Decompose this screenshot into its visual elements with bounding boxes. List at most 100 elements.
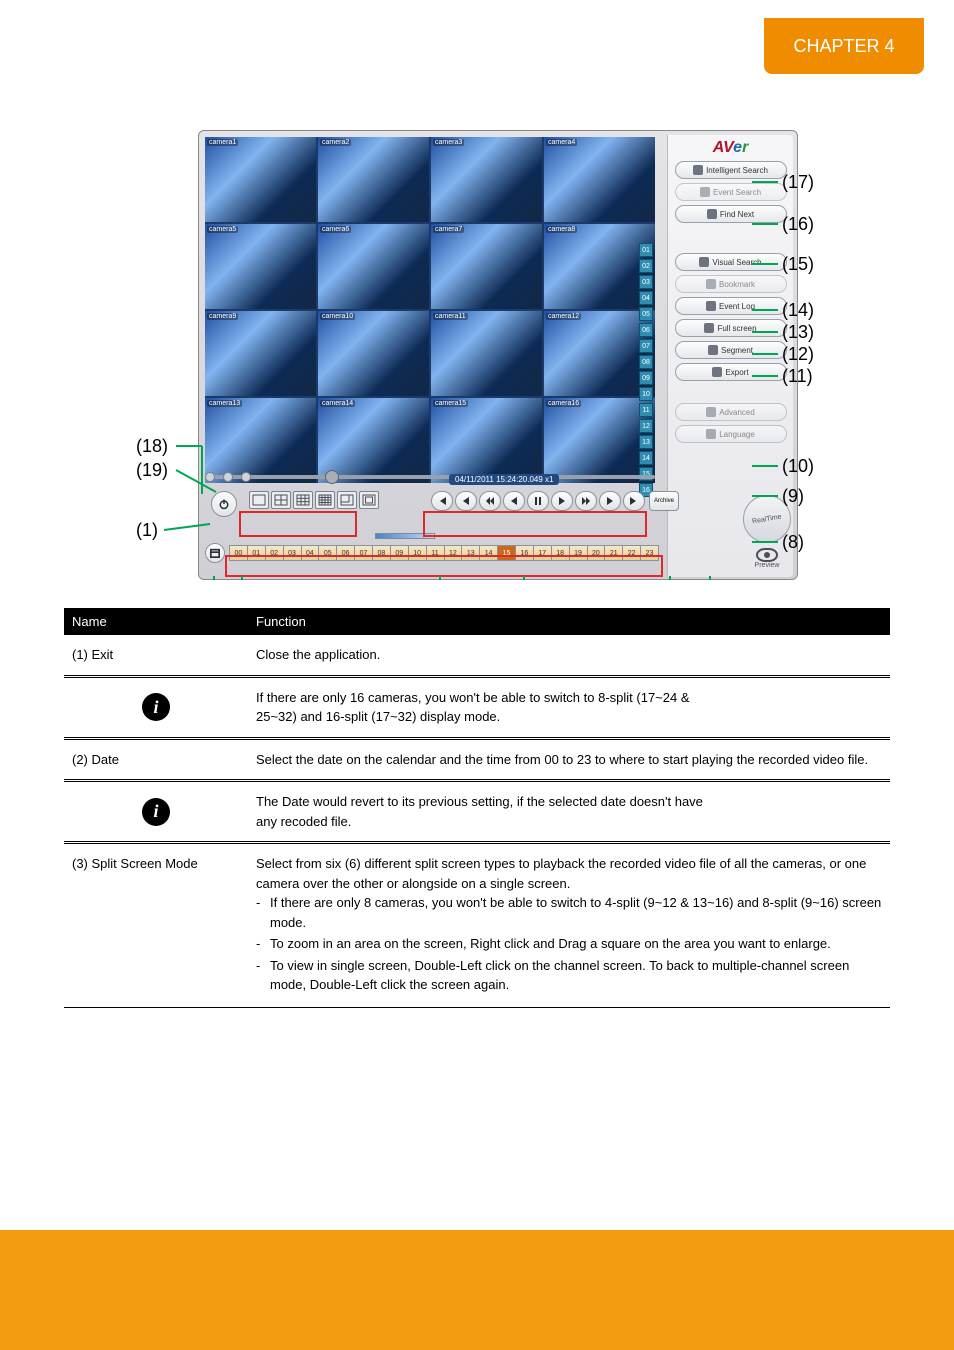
hour-cell[interactable]: 12 [445,545,463,561]
camera-tile[interactable] [318,311,429,396]
export-button[interactable]: Export [675,363,787,381]
date-button[interactable] [205,543,225,563]
button-label: Visual Search [712,258,761,267]
calendar-icon [210,548,220,558]
hour-cell[interactable]: 17 [534,545,552,561]
camera-tile[interactable] [318,224,429,309]
camera-tile[interactable] [205,398,316,483]
find-next-button[interactable]: Find Next [675,205,787,223]
pause-button[interactable] [527,491,549,511]
hour-cell[interactable]: 09 [391,545,409,561]
hour-cell[interactable]: 19 [570,545,588,561]
camera-tile[interactable] [205,224,316,309]
camera-tile[interactable] [318,137,429,222]
info-text: If there are only 16 cameras, you won't … [248,676,890,738]
slider-dot[interactable] [223,472,233,482]
info-icon-cell: i [64,676,248,738]
realtime-dial[interactable]: RealTime [743,495,791,543]
preview-toggle[interactable]: Preview [747,548,787,569]
hour-cell[interactable]: 10 [409,545,427,561]
hour-cell[interactable]: 15 [498,545,516,561]
camera-tile[interactable] [544,137,655,222]
bookmark-button[interactable]: Bookmark [675,275,787,293]
channel-number[interactable]: 12 [639,419,653,433]
hour-cell[interactable]: 20 [588,545,606,561]
playback-slider[interactable] [205,475,655,481]
next-frame-button[interactable] [599,491,621,511]
channel-number[interactable]: 05 [639,307,653,321]
camera-tile[interactable] [431,398,542,483]
list-item: To zoom in an area on the screen, Right … [256,934,882,954]
full-screen-button[interactable]: Full screen [675,319,787,337]
channel-number[interactable]: 10 [639,387,653,401]
hour-cell[interactable]: 16 [516,545,534,561]
hour-cell[interactable]: 08 [373,545,391,561]
archive-button[interactable]: Archive [649,491,679,511]
channel-number[interactable]: 08 [639,355,653,369]
layout-1-button[interactable] [249,491,269,509]
hour-cell[interactable]: 22 [623,545,641,561]
event-search-button[interactable]: Event Search [675,183,787,201]
hour-cell[interactable]: 13 [462,545,480,561]
hour-cell[interactable]: 07 [355,545,373,561]
hour-cell[interactable]: 18 [552,545,570,561]
event-log-button[interactable]: Event Log [675,297,787,315]
channel-number[interactable]: 07 [639,339,653,353]
slider-dot[interactable] [205,472,215,482]
aver-logo: AVer [713,139,749,157]
camera-tile[interactable] [431,224,542,309]
hour-cell[interactable]: 14 [480,545,498,561]
exit-button[interactable] [211,491,237,517]
slider-knob[interactable] [325,470,339,484]
layout-8-button[interactable] [337,491,357,509]
layout-9-button[interactable] [293,491,313,509]
hour-cell[interactable]: 04 [302,545,320,561]
camera-tile[interactable] [205,311,316,396]
camera-tile[interactable] [205,137,316,222]
channel-number[interactable]: 13 [639,435,653,449]
intelligent-search-button[interactable]: Intelligent Search [675,161,787,179]
advanced-button[interactable]: Advanced [675,403,787,421]
hour-cell[interactable]: 00 [229,545,248,561]
hour-cell[interactable]: 03 [284,545,302,561]
layout-16-button[interactable] [315,491,335,509]
play-reverse-button[interactable] [503,491,525,511]
layout-4-button[interactable] [271,491,291,509]
hour-cell[interactable]: 02 [266,545,284,561]
channel-number[interactable]: 03 [639,275,653,289]
skip-end-button[interactable] [623,491,645,511]
channel-number[interactable]: 11 [639,403,653,417]
button-label: Language [719,430,755,439]
language-icon [706,429,716,439]
channel-number[interactable]: 02 [639,259,653,273]
channel-number[interactable]: 06 [639,323,653,337]
event-log-icon [706,301,716,311]
info-icon-cell: i [64,781,248,843]
skip-start-button[interactable] [431,491,453,511]
camera-tile[interactable] [431,311,542,396]
button-label: Advanced [719,408,755,417]
slider-dot[interactable] [241,472,251,482]
button-label: Find Next [720,210,754,219]
export-icon [712,367,722,377]
hour-cell[interactable]: 01 [248,545,266,561]
hour-cell[interactable]: 11 [427,545,445,561]
language-button[interactable]: Language [675,425,787,443]
channel-number[interactable]: 09 [639,371,653,385]
hour-cell[interactable]: 23 [641,545,659,561]
channel-number[interactable]: 04 [639,291,653,305]
layout-13-button[interactable] [359,491,379,509]
play-button[interactable] [551,491,573,511]
segment-button[interactable]: Segment [675,341,787,359]
hour-cell[interactable]: 05 [319,545,337,561]
fast-forward-button[interactable] [575,491,597,511]
visual-search-button[interactable]: Visual Search [675,253,787,271]
rewind-button[interactable] [479,491,501,511]
channel-number[interactable]: 14 [639,451,653,465]
table-row: (2) Date Select the date on the calendar… [64,738,890,781]
channel-number[interactable]: 01 [639,243,653,257]
hour-cell[interactable]: 06 [337,545,355,561]
prev-frame-button[interactable] [455,491,477,511]
hour-cell[interactable]: 21 [605,545,623,561]
camera-tile[interactable] [431,137,542,222]
